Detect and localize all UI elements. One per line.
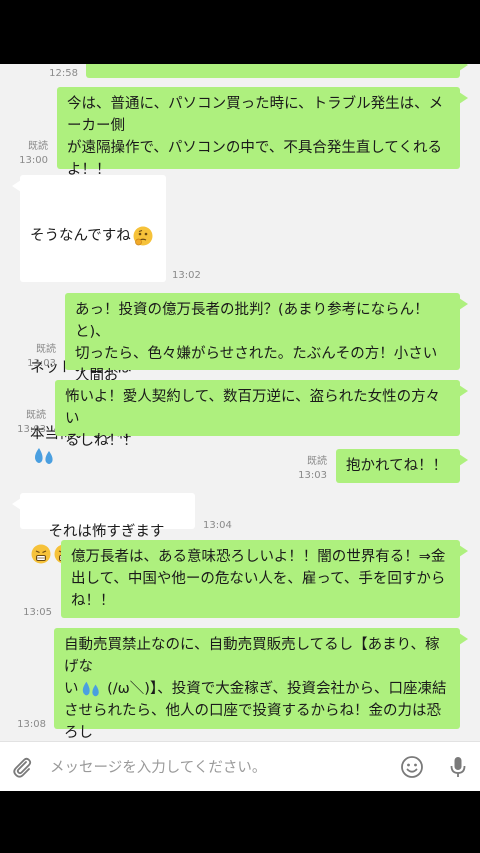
read-receipt: 既読 [36,344,56,355]
chat-area[interactable]: 12:58 今は、普通に、パソコン買った時に、トラブル発生は、メーカー側 が遠隔… [0,64,480,741]
paperclip-icon[interactable] [10,755,34,779]
read-receipt: 既読 [26,410,46,421]
thinking-face-emoji-icon [133,226,153,246]
message-bubble[interactable]: 抱かれてね！！ [336,449,468,483]
message-time: 12:58 [49,68,78,79]
message-text: そうなんですね [30,228,131,244]
fearful-face-emoji-icon [31,544,51,564]
message-bubble[interactable]: 億万長者は、ある意味恐ろしいよ！！闇の世界有る！⇒金 出して、中国や他ーの危ない… [61,540,468,618]
message-bubble[interactable]: 怖いよ！愛人契約して、数百万逆に、盗られた女性の方々い るしね！！ [55,380,468,449]
message-input[interactable] [48,756,382,780]
message-time: 13:00 [19,155,48,166]
sweat-drops-emoji-icon [82,681,99,697]
navigation-bar [0,791,480,853]
message-bubble-incoming[interactable]: そうなんですね ネットの世界は 本当怖いですね [12,175,166,464]
message-time: 13:02 [172,270,201,281]
message-time: 13:03 [17,424,46,435]
message-time: 13:03 [298,470,327,481]
message-bubble[interactable]: あっ！投資の億万長者の批判？(あまり参考にならん！と)、 切ったら、色々嫌がらせ… [65,293,468,406]
status-bar [0,0,480,64]
message-text: (/ω＼)】、投資で大金稼ぎ、投資会社から、口座凍結 させられたら、他人の口座で… [64,681,447,741]
message-time: 13:05 [23,607,52,618]
sweat-drops-emoji-icon [35,448,53,464]
read-receipt: 既読 [28,141,48,152]
message-bubble[interactable]: 自動売買禁止なのに、自動売買販売してるし【あまり、稼げな い (/ω＼)】、投資… [54,628,468,741]
message-bubble[interactable]: 今は、普通に、パソコン買った時に、トラブル発生は、メーカー側 が遠隔操作で、パソ… [57,87,468,178]
message-bubble[interactable] [86,64,468,78]
message-bubble-incoming[interactable]: それは怖すぎます [12,493,195,564]
smiley-icon[interactable] [400,755,424,779]
read-receipt: 既読 [307,456,327,467]
message-input-bar [0,741,480,791]
message-time: 13:04 [203,520,232,531]
message-text: それは怖すぎます [48,524,165,540]
message-time: 13:08 [17,719,46,730]
microphone-icon[interactable] [446,755,470,779]
message-time: 13:03 [27,358,56,369]
